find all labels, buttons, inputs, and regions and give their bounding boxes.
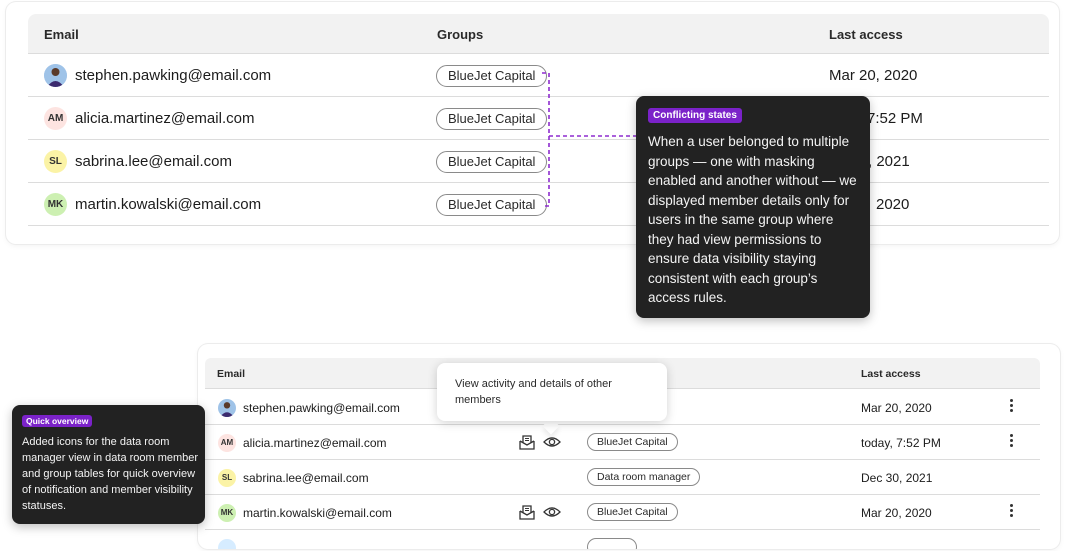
avatar: SL (218, 469, 236, 487)
avatar: MK (218, 504, 236, 522)
group-chip[interactable]: Data room manager (587, 468, 701, 486)
last-access: , 2021 (868, 153, 910, 170)
column-header-email: Email (217, 368, 246, 380)
member-email: stephen.pawking@email.com (75, 67, 272, 84)
eye-icon[interactable] (543, 434, 561, 450)
eye-icon[interactable] (543, 504, 561, 520)
avatar (218, 399, 236, 417)
last-access: 7:52 PM (867, 110, 923, 127)
avatar (44, 64, 67, 87)
view-activity-tooltip: View activity and details of other membe… (437, 363, 667, 421)
last-access: Mar 20, 2020 (861, 401, 932, 415)
tooltip-body: When a user belonged to multiple groups … (648, 134, 857, 305)
conflicting-states-tooltip: Conflicting states When a user belonged … (636, 96, 870, 318)
table-row[interactable]: AM alicia.martinez@email.com BlueJet Cap… (205, 425, 1040, 460)
member-email: sabrina.lee@email.com (75, 153, 232, 170)
column-header-email: Email (44, 27, 79, 42)
group-chip[interactable]: BlueJet Capital (436, 108, 548, 130)
avatar: AM (44, 107, 67, 130)
more-vertical-icon[interactable] (1008, 399, 1014, 415)
notification-icon[interactable] (518, 504, 536, 520)
table-header: Email Groups Last access (28, 14, 1049, 54)
group-chip[interactable]: BlueJet Capital (436, 65, 548, 87)
user-photo-icon (218, 399, 236, 417)
column-header-last-access: Last access (861, 368, 921, 380)
tooltip-tag: Conflicting states (648, 108, 742, 123)
member-email: martin.kowalski@email.com (243, 506, 392, 520)
table-row[interactable]: MK martin.kowalski@email.com BlueJet Cap… (28, 183, 1049, 226)
last-access: Mar 20, 2020 (829, 67, 918, 84)
last-access: today, 7:52 PM (861, 436, 941, 450)
member-email: alicia.martinez@email.com (243, 436, 387, 450)
members-table-card: Email Groups Last access stephen.pawking… (6, 2, 1059, 244)
column-header-last-access: Last access (829, 27, 903, 42)
table-row[interactable]: AM alicia.martinez@email.com BlueJet Cap… (28, 97, 1049, 140)
member-email: martin.kowalski@email.com (75, 196, 262, 213)
group-chip (587, 538, 637, 549)
last-access: 2020 (876, 196, 910, 213)
member-email: sabrina.lee@email.com (243, 471, 369, 485)
more-vertical-icon[interactable] (1008, 504, 1014, 520)
quick-overview-tooltip: Quick overview Added icons for the data … (12, 405, 205, 524)
more-vertical-icon[interactable] (1008, 434, 1014, 450)
partial-row (205, 530, 1040, 549)
column-header-groups: Groups (437, 27, 484, 42)
avatar: MK (44, 193, 67, 216)
group-chip[interactable]: BlueJet Capital (436, 194, 548, 216)
tooltip-tag: Quick overview (22, 415, 93, 427)
user-photo-icon (44, 64, 67, 87)
avatar: SL (44, 150, 67, 173)
last-access: Dec 30, 2021 (861, 471, 933, 485)
notification-icon[interactable] (518, 434, 536, 450)
group-chip[interactable]: BlueJet Capital (587, 503, 678, 521)
group-chip[interactable]: BlueJet Capital (436, 151, 548, 173)
avatar: AM (218, 434, 236, 452)
table-row[interactable]: MK martin.kowalski@email.com BlueJet Cap… (205, 495, 1040, 530)
table-row[interactable]: SL sabrina.lee@email.com BlueJet Capital… (28, 140, 1049, 183)
table-row[interactable]: stephen.pawking@email.com BlueJet Capita… (28, 54, 1049, 97)
tooltip-body: Added icons for the data room manager vi… (22, 436, 199, 512)
member-email: stephen.pawking@email.com (243, 401, 400, 415)
group-chip[interactable]: BlueJet Capital (587, 433, 678, 451)
member-email: alicia.martinez@email.com (75, 110, 255, 127)
last-access: Mar 20, 2020 (861, 506, 932, 520)
avatar (218, 539, 236, 549)
table-row[interactable]: SL sabrina.lee@email.com Data room manag… (205, 460, 1040, 495)
